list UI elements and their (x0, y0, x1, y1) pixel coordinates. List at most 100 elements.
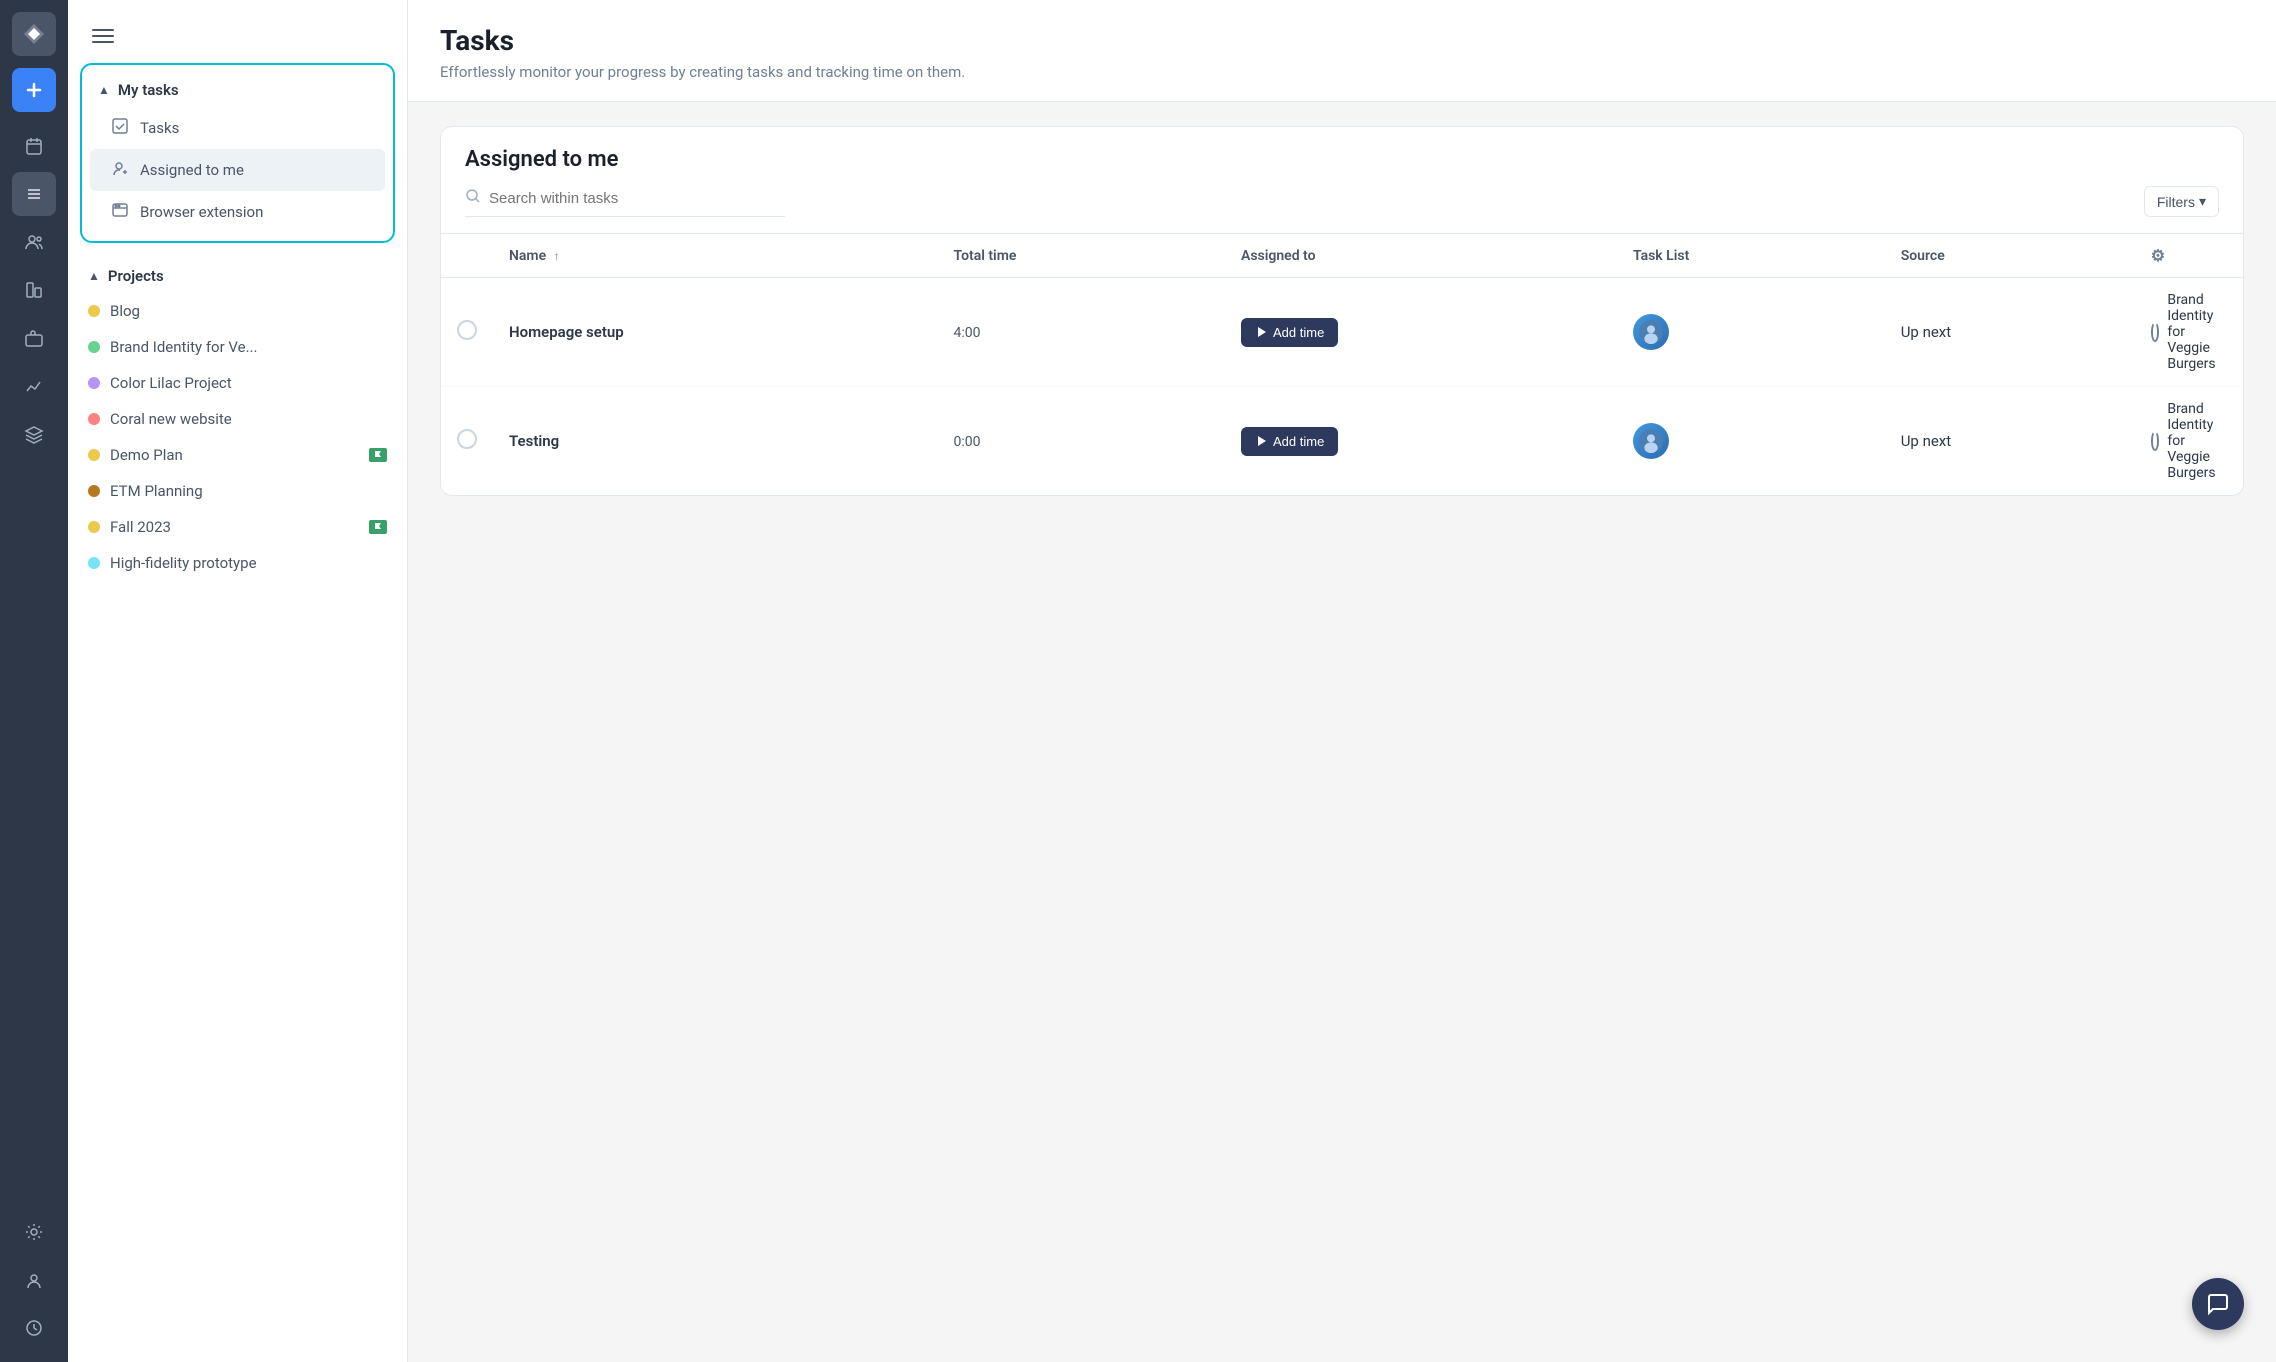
project-dot-fall (88, 521, 100, 533)
project-dot-demo (88, 449, 100, 461)
add-time-button-1[interactable]: Add time (1241, 318, 1338, 347)
source-name-2: Brand Identity for Veggie Burgers (2167, 401, 2227, 481)
nav-chart-icon[interactable] (12, 268, 56, 312)
avatar-1 (1633, 314, 1669, 350)
project-dot-blog (88, 305, 100, 317)
chat-bubble-button[interactable] (2192, 1278, 2244, 1330)
task-panel-header: Assigned to me Filters ▾ (441, 127, 2243, 234)
table-row: Homepage setup 4:00 Add time (441, 278, 2243, 387)
project-name-color: Color Lilac Project (110, 374, 387, 392)
project-dot-brand (88, 341, 100, 353)
sidebar: ▲ My tasks Tasks Assigned to me (68, 0, 408, 1362)
page-subtitle: Effortlessly monitor your progress by cr… (440, 63, 2244, 81)
col-assigned-to: Assigned to (1225, 234, 1617, 278)
source-icon-2 (2151, 431, 2160, 451)
task-table: Name ↑ Total time Assigned to Task List … (441, 234, 2243, 495)
page-header: Tasks Effortlessly monitor your progress… (408, 0, 2276, 102)
source-icon-1 (2151, 322, 2160, 342)
projects-header[interactable]: ▲ Projects (80, 259, 395, 293)
nav-users-icon[interactable] (12, 220, 56, 264)
col-total-time: Total time (938, 234, 1225, 278)
task-checkbox-2[interactable] (457, 429, 477, 449)
assigned-icon (110, 159, 130, 181)
search-icon (465, 188, 481, 208)
task-panel: Assigned to me Filters ▾ (440, 126, 2244, 496)
my-tasks-header[interactable]: ▲ My tasks (82, 73, 393, 107)
project-item-blog[interactable]: Blog (80, 293, 395, 329)
filters-dropdown-icon: ▾ (2199, 193, 2206, 210)
browser-icon (110, 201, 130, 223)
task-time-2: 0:00 (954, 434, 981, 450)
projects-chevron: ▲ (88, 269, 100, 283)
main-content: Tasks Effortlessly monitor your progress… (408, 0, 2276, 1362)
tasks-label: Tasks (140, 119, 179, 137)
task-checkbox-1[interactable] (457, 320, 477, 340)
source-cell-2: Brand Identity for Veggie Burgers (2151, 401, 2227, 481)
project-name-brand: Brand Identity for Ve... (110, 338, 387, 356)
nav-list-icon[interactable] (12, 172, 56, 216)
nav-analytics-icon[interactable] (12, 364, 56, 408)
task-name-cell-1: Homepage setup (509, 323, 922, 341)
project-name-coral: Coral new website (110, 410, 387, 428)
task-name-1: Homepage setup (509, 323, 624, 341)
sidebar-item-browser[interactable]: Browser extension (90, 191, 385, 233)
my-tasks-chevron: ▲ (98, 83, 110, 97)
task-list-2: Up next (1901, 432, 1951, 450)
project-item-brand[interactable]: Brand Identity for Ve... (80, 329, 395, 365)
add-button[interactable] (12, 68, 56, 112)
sort-icon: ↑ (554, 249, 560, 263)
task-name-cell-2: Testing (509, 432, 922, 450)
task-list-1: Up next (1901, 323, 1951, 341)
projects-section: ▲ Projects Blog Brand Identity for Ve...… (68, 251, 407, 589)
col-name: Name ↑ (493, 234, 938, 278)
search-bar (465, 188, 785, 217)
project-dot-coral (88, 413, 100, 425)
avatar-2 (1633, 423, 1669, 459)
nav-icon-bar (0, 0, 68, 1362)
project-item-fall[interactable]: Fall 2023 (80, 509, 395, 545)
filters-button[interactable]: Filters ▾ (2144, 186, 2219, 217)
sidebar-top (68, 0, 407, 55)
project-name-demo: Demo Plan (110, 446, 359, 464)
project-item-coral[interactable]: Coral new website (80, 401, 395, 437)
nav-profile-icon[interactable] (12, 1258, 56, 1302)
project-item-etm[interactable]: ETM Planning (80, 473, 395, 509)
col-source: Source (1885, 234, 2135, 278)
nav-calendar-icon[interactable] (12, 124, 56, 168)
add-time-label-1: Add time (1273, 325, 1324, 340)
nav-layers-icon[interactable] (12, 412, 56, 456)
browser-label: Browser extension (140, 203, 263, 221)
project-dot-highfi (88, 557, 100, 569)
tasks-icon (110, 117, 130, 139)
filters-label: Filters (2157, 194, 2195, 210)
projects-title: Projects (108, 267, 164, 285)
add-time-button-2[interactable]: Add time (1241, 427, 1338, 456)
project-name-fall: Fall 2023 (110, 518, 359, 536)
project-item-demo[interactable]: Demo Plan (80, 437, 395, 473)
assigned-label: Assigned to me (140, 161, 244, 179)
sidebar-item-assigned[interactable]: Assigned to me (90, 149, 385, 191)
app-logo (12, 12, 56, 56)
hamburger-button[interactable] (88, 25, 118, 47)
nav-settings-icon[interactable] (12, 1210, 56, 1254)
nav-history-icon[interactable] (12, 1306, 56, 1350)
project-name-etm: ETM Planning (110, 482, 387, 500)
table-row: Testing 0:00 Add time (441, 387, 2243, 496)
project-item-highfi[interactable]: High-fidelity prototype (80, 545, 395, 581)
search-input[interactable] (489, 190, 785, 207)
my-tasks-title: My tasks (118, 81, 179, 99)
page-title: Tasks (440, 24, 2244, 57)
source-name-1: Brand Identity for Veggie Burgers (2167, 292, 2227, 372)
project-flag-demo (369, 448, 387, 462)
nav-briefcase-icon[interactable] (12, 316, 56, 360)
task-name-2: Testing (509, 432, 559, 450)
project-dot-etm (88, 485, 100, 497)
task-time-1: 4:00 (954, 325, 981, 341)
settings-gear-icon[interactable]: ⚙ (2151, 246, 2165, 265)
content-area: Assigned to me Filters ▾ (408, 102, 2276, 1362)
add-time-label-2: Add time (1273, 434, 1324, 449)
project-item-color[interactable]: Color Lilac Project (80, 365, 395, 401)
project-flag-fall (369, 520, 387, 534)
sidebar-item-tasks[interactable]: Tasks (90, 107, 385, 149)
col-task-list: Task List (1617, 234, 1885, 278)
